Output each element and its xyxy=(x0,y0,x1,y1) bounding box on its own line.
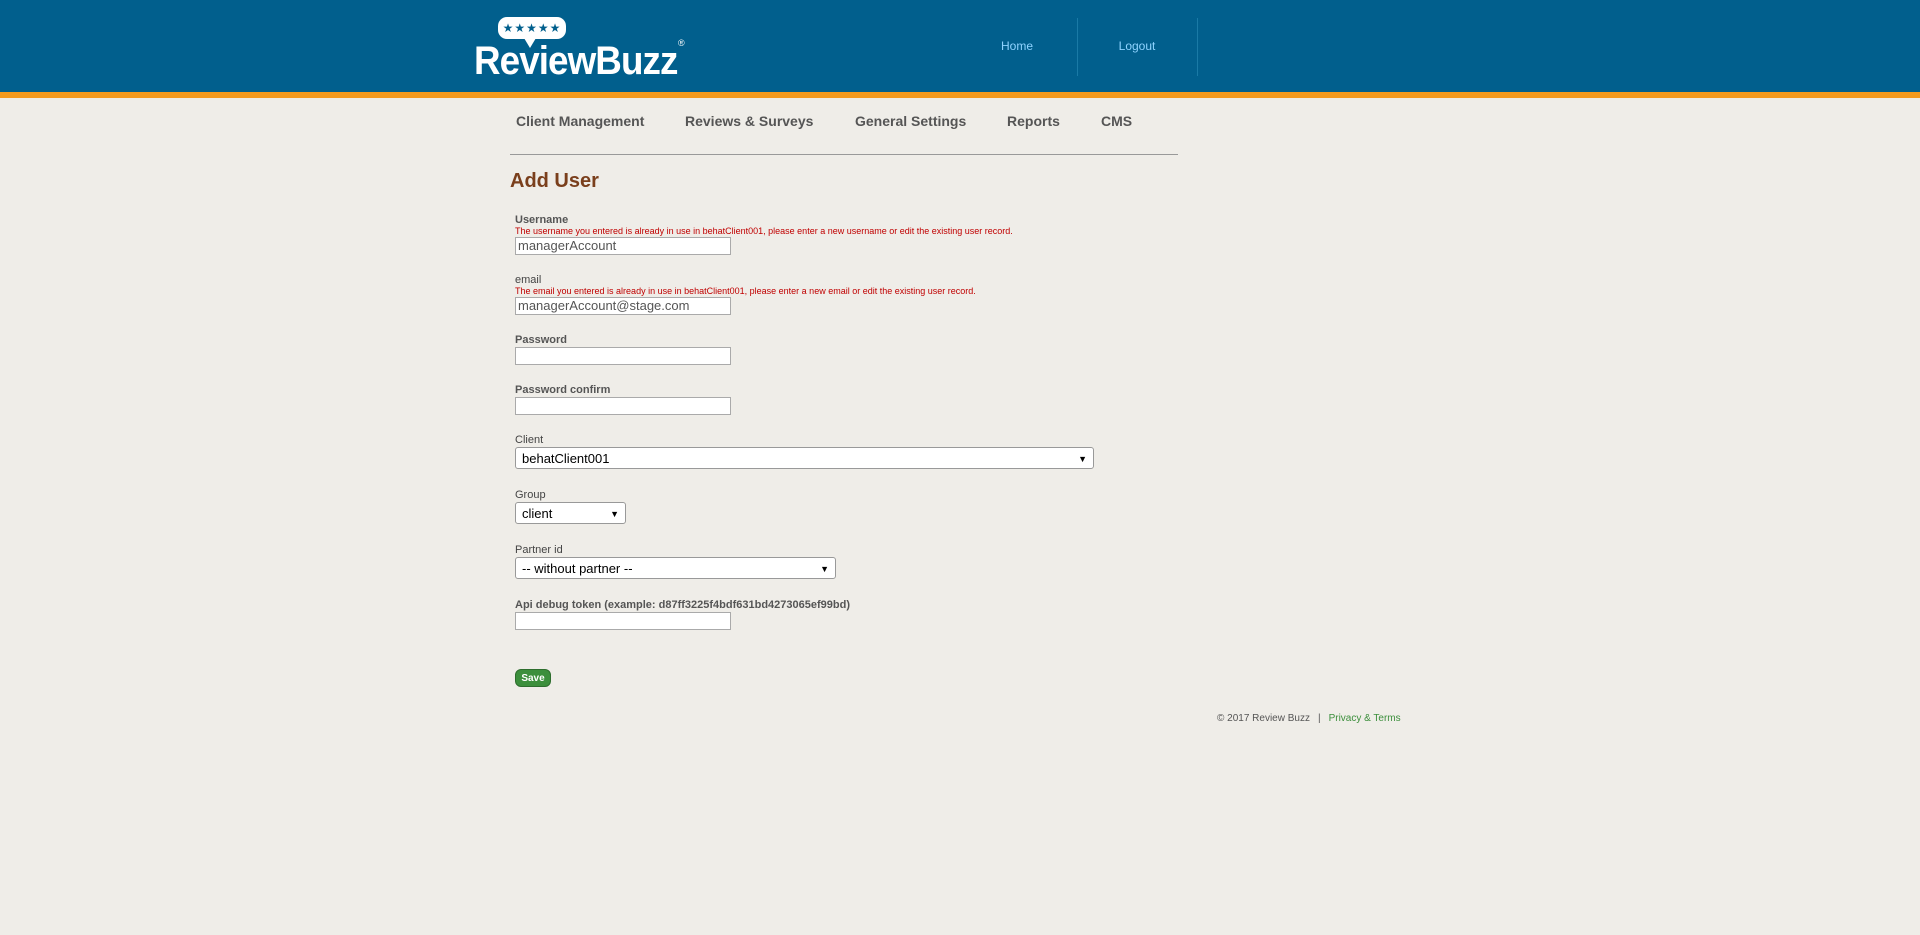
copyright: © 2017 Review Buzz xyxy=(1217,713,1310,724)
footer-separator: | xyxy=(1317,713,1321,724)
reviewbuzz-logo[interactable]: ★★★★★ ReviewBuzz ® xyxy=(474,15,694,83)
dropdown-arrow-icon: ▼ xyxy=(610,509,619,519)
dropdown-arrow-icon: ▼ xyxy=(820,564,829,574)
username-input[interactable] xyxy=(515,237,731,255)
email-error: The email you entered is already in use … xyxy=(515,286,976,296)
nav-reviews-surveys[interactable]: Reviews & Surveys xyxy=(685,112,813,130)
group-select-value: client xyxy=(522,506,553,521)
stars-icon: ★★★★★ xyxy=(502,21,562,35)
logo-text: ReviewBuzz xyxy=(474,39,678,83)
partner-select[interactable]: -- without partner -- ▼ xyxy=(515,557,836,579)
page-title: Add User xyxy=(510,170,599,192)
api-token-label: Api debug token (example: d87ff3225f4bdf… xyxy=(515,599,850,611)
email-input[interactable] xyxy=(515,297,731,315)
email-label: email xyxy=(515,274,542,286)
password-confirm-input[interactable] xyxy=(515,397,731,415)
main-nav: Client Management Reviews & Surveys Gene… xyxy=(510,112,1178,155)
username-label: Username xyxy=(515,214,569,226)
group-label: Group xyxy=(515,489,546,501)
client-select-value: behatClient001 xyxy=(522,451,610,466)
nav-client-management[interactable]: Client Management xyxy=(516,112,644,130)
client-select[interactable]: behatClient001 ▼ xyxy=(515,447,1094,469)
registered-mark: ® xyxy=(678,38,685,48)
nav-reports[interactable]: Reports xyxy=(1007,112,1060,130)
username-error: The username you entered is already in u… xyxy=(515,226,1013,236)
client-label: Client xyxy=(515,434,544,446)
group-select[interactable]: client ▼ xyxy=(515,502,626,524)
api-token-input[interactable] xyxy=(515,612,731,630)
password-confirm-label: Password confirm xyxy=(515,384,611,396)
password-input[interactable] xyxy=(515,347,731,365)
home-link[interactable]: Home xyxy=(957,18,1078,76)
dropdown-arrow-icon: ▼ xyxy=(1078,454,1087,464)
partner-label: Partner id xyxy=(515,544,563,556)
privacy-terms-link[interactable]: Privacy & Terms xyxy=(1329,713,1401,724)
password-label: Password xyxy=(515,334,567,346)
footer: © 2017 Review Buzz | Privacy & Terms xyxy=(1217,713,1401,724)
nav-cms[interactable]: CMS xyxy=(1101,112,1132,130)
save-button[interactable]: Save xyxy=(515,669,551,687)
nav-general-settings[interactable]: General Settings xyxy=(855,112,966,130)
logout-link[interactable]: Logout xyxy=(1077,18,1198,76)
speech-bubble-icon: ★★★★★ xyxy=(498,17,566,48)
partner-select-value: -- without partner -- xyxy=(522,561,633,576)
header: ★★★★★ ReviewBuzz ® Home Logout xyxy=(0,0,1920,98)
